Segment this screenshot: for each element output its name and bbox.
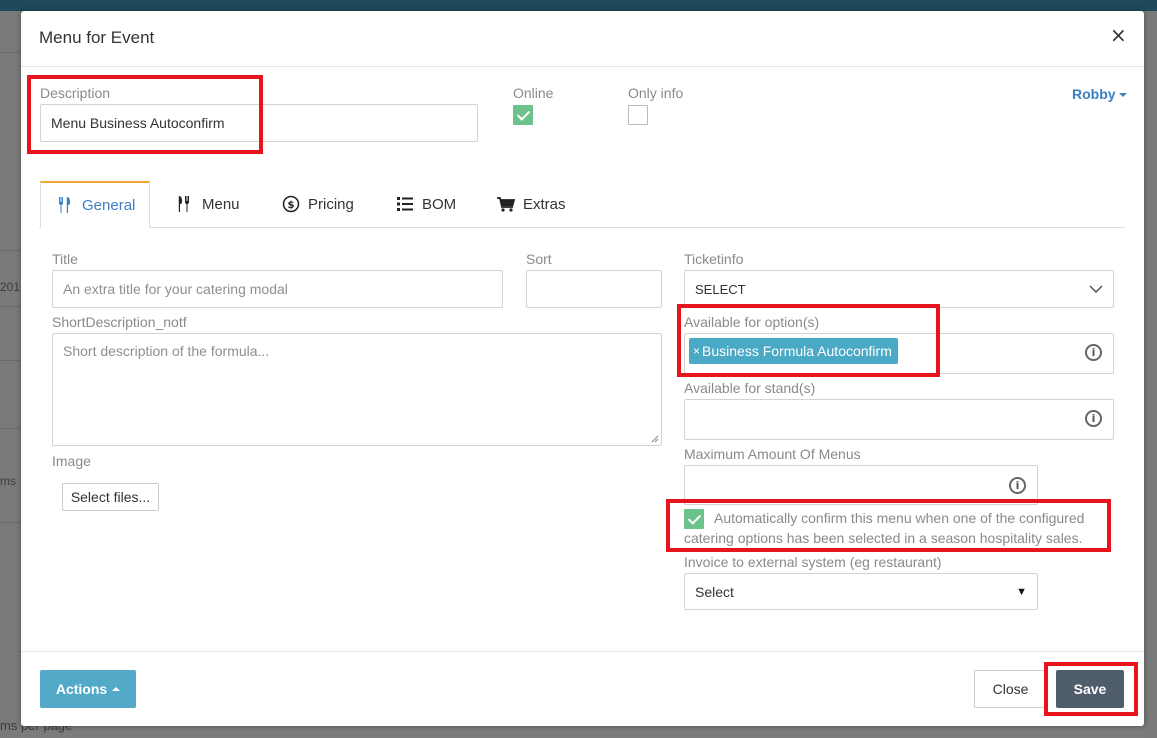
resize-handle-icon[interactable]	[651, 435, 659, 443]
tab-general[interactable]: General	[40, 181, 150, 228]
background-divider	[0, 52, 21, 53]
close-icon[interactable]: ×	[1110, 25, 1127, 45]
background-divider	[0, 250, 21, 251]
tab-general-label: General	[82, 196, 136, 214]
close-button[interactable]: Close	[974, 670, 1047, 708]
auto-confirm-text: Automatically confirm this menu when one…	[684, 510, 1085, 546]
title-input[interactable]: An extra title for your catering modal	[52, 270, 503, 308]
save-button[interactable]: Save	[1056, 670, 1124, 708]
info-icon[interactable]: i	[1085, 410, 1102, 427]
fork-knife-icon	[178, 196, 190, 212]
background-left-strip	[0, 11, 21, 738]
only-info-checkbox[interactable]	[628, 105, 648, 125]
invoice-select[interactable]: Select ▼	[684, 573, 1038, 610]
list-icon	[397, 197, 413, 211]
option-tag-label: Business Formula Autoconfirm	[702, 343, 892, 359]
background-divider	[0, 306, 21, 307]
caret-up-icon	[112, 687, 121, 691]
ticketinfo-label: Ticketinfo	[684, 251, 744, 267]
select-files-button[interactable]: Select files...	[62, 483, 159, 511]
actions-button[interactable]: Actions	[40, 670, 136, 708]
info-icon[interactable]: i	[1085, 344, 1102, 361]
chevron-down-icon	[1089, 285, 1103, 293]
invoice-value: Select	[695, 583, 734, 600]
title-placeholder: An extra title for your catering modal	[63, 281, 288, 297]
user-menu[interactable]: Robby	[1072, 86, 1127, 102]
sort-input[interactable]	[526, 270, 662, 308]
title-label: Title	[52, 251, 78, 267]
footer-divider	[21, 651, 1144, 652]
description-value: Menu Business Autoconfirm	[51, 115, 225, 131]
description-label: Description	[40, 85, 111, 101]
tab-bom-label: BOM	[422, 195, 457, 213]
image-label: Image	[52, 453, 91, 469]
short-description-placeholder: Short description of the formula...	[63, 343, 270, 359]
background-text: ms	[0, 474, 16, 488]
invoice-label: Invoice to external system (eg restauran…	[684, 554, 942, 570]
online-label: Online	[513, 85, 554, 101]
tab-extras-label: Extras	[523, 195, 566, 213]
background-divider	[0, 360, 21, 361]
cart-icon	[497, 197, 515, 212]
ticketinfo-value: SELECT	[695, 281, 746, 297]
option-tag[interactable]: × Business Formula Autoconfirm	[689, 338, 898, 364]
tab-pricing[interactable]: $ Pricing	[282, 181, 354, 227]
tab-extras[interactable]: Extras	[496, 181, 566, 227]
ticketinfo-select[interactable]: SELECT	[684, 270, 1114, 308]
background-divider	[0, 428, 21, 429]
svg-text:$: $	[288, 200, 295, 211]
background-text: 201	[0, 280, 21, 294]
caret-down-icon: ▼	[1016, 585, 1027, 598]
info-icon[interactable]: i	[1009, 477, 1026, 494]
sort-label: Sort	[526, 251, 552, 267]
background-topbar	[0, 0, 1157, 11]
remove-tag-icon[interactable]: ×	[693, 344, 700, 358]
chevron-down-icon	[1118, 93, 1127, 98]
short-description-label: ShortDescription_notf	[52, 314, 187, 330]
available-stands-multiselect[interactable]	[684, 399, 1114, 440]
tab-menu[interactable]: Menu	[176, 181, 240, 227]
online-checkbox[interactable]	[513, 105, 533, 125]
only-info-label: Only info	[628, 85, 684, 101]
fork-knife-icon	[58, 197, 70, 213]
short-description-textarea[interactable]: Short description of the formula...	[52, 333, 662, 446]
modal-header: Menu for Event ×	[21, 11, 1144, 67]
background-divider	[0, 522, 21, 523]
modal-title: Menu for Event	[39, 28, 155, 47]
actions-label: Actions	[55, 681, 108, 697]
menu-event-modal: Menu for Event × Description Menu Busine…	[21, 11, 1144, 726]
tab-menu-label: Menu	[202, 195, 240, 213]
available-options-label: Available for option(s)	[684, 314, 820, 330]
tabs-divider	[39, 227, 1125, 228]
background-right-strip	[1144, 11, 1157, 738]
description-input[interactable]: Menu Business Autoconfirm	[40, 104, 478, 142]
dollar-circle-icon: $	[282, 195, 300, 213]
tab-bom[interactable]: BOM	[396, 181, 456, 227]
max-menus-label: Maximum Amount Of Menus	[684, 446, 861, 462]
available-stands-label: Available for stand(s)	[684, 380, 816, 396]
user-name: Robby	[1072, 86, 1116, 102]
tab-pricing-label: Pricing	[308, 195, 354, 213]
max-menus-input[interactable]	[684, 465, 1038, 505]
